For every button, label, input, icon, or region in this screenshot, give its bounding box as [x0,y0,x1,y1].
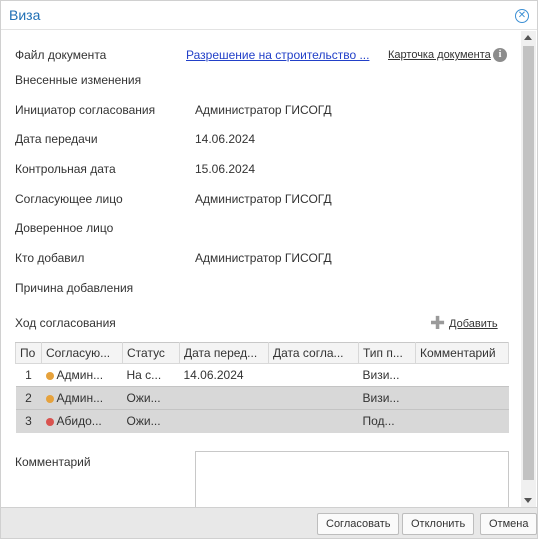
approval-grid: По Согласую... Статус Дата перед... Дата… [15,342,509,433]
col-header-type[interactable]: Тип п... [358,342,416,364]
col-header-transfer-date[interactable]: Дата перед... [179,342,269,364]
row-number: 3 [15,409,42,433]
user-icon [45,395,54,403]
initiator-label: Инициатор согласования [15,103,156,117]
row-number: 1 [25,368,32,382]
scroll-up-arrow-icon[interactable] [524,35,532,40]
row-approver-name: Абидо... [56,414,102,429]
cancel-button[interactable]: Отмена [480,513,538,535]
row-comment [416,364,509,387]
col-header-approve-date[interactable]: Дата согла... [268,342,359,364]
vertical-scrollbar[interactable] [521,31,536,507]
row-approver: Абидо... [41,409,123,433]
col-header-comment[interactable]: Комментарий [415,342,509,364]
row-approve-date [268,409,359,433]
dialog-content: Файл документа Разрешение на строительст… [1,31,521,507]
scroll-thumb[interactable] [523,46,534,480]
reject-button[interactable]: Отклонить [402,513,475,535]
close-icon[interactable]: ✕ [515,9,529,23]
row-approver: Админ... [41,386,123,410]
col-header-order[interactable]: По [15,342,42,364]
row-type: Визи... [362,368,400,382]
row-comment [415,386,509,410]
row-approver-name: Админ... [56,391,104,405]
row-approve-date [269,364,359,387]
scroll-down-arrow-icon[interactable] [524,498,532,503]
add-link-label: Добавить [449,318,498,330]
info-icon[interactable]: i [493,48,507,62]
dialog-titlebar: Виза ✕ [1,1,537,30]
control-date-label: Контрольная дата [15,162,116,176]
row-approve-date [268,386,359,410]
control-date-value: 15.06.2024 [195,162,256,176]
row-type: Визи... [358,386,416,410]
dialog-footer: Согласовать Отклонить Отмена [1,507,538,538]
row-transfer-date [179,386,269,410]
initiator-value: Администратор ГИСОГД [195,103,332,117]
table-row[interactable]: 2 Админ... Ожи... Визи... [15,386,509,410]
comment-label: Комментарий [15,455,91,469]
add-reason-label: Причина добавления [15,281,134,295]
changes-label: Внесенные изменения [15,73,142,87]
row-transfer-date: 14.06.2024 [183,368,244,382]
added-by-value: Администратор ГИСОГД [195,251,332,265]
row-status: На с... [126,368,162,382]
table-row[interactable]: 3 Абидо... Ожи... Под... [15,409,509,433]
col-header-status[interactable]: Статус [122,342,180,364]
user-icon [45,372,54,380]
row-status: Ожи... [122,409,180,433]
document-card-link[interactable]: Карточка документа [388,49,491,61]
row-transfer-date [179,409,269,433]
row-status: Ожи... [122,386,180,410]
row-approver: Админ... [42,364,123,387]
visa-dialog: Виза ✕ Файл документа Разрешение на стро… [0,0,538,539]
row-comment [415,409,509,433]
comment-textarea[interactable] [195,451,509,507]
row-type: Под... [358,409,416,433]
grid-header-row: По Согласую... Статус Дата перед... Дата… [15,342,509,364]
col-header-approver[interactable]: Согласую... [41,342,123,364]
approve-button[interactable]: Согласовать [317,513,400,535]
doc-file-link[interactable]: Разрешение на строительство ... [186,48,371,62]
transfer-date-label: Дата передачи [15,132,98,146]
progress-title: Ход согласования [15,316,116,330]
row-number: 2 [15,386,42,410]
dialog-title: Виза [9,7,41,23]
approver-value: Администратор ГИСОГД [195,192,332,206]
table-row[interactable]: 1 Админ... На с... 14.06.2024 Визи... [16,364,509,387]
added-by-label: Кто добавил [15,251,85,265]
approver-label: Согласующее лицо [15,192,123,206]
trusted-person-label: Доверенное лицо [15,221,114,235]
doc-file-label: Файл документа [15,48,107,62]
plus-icon: ✚ [430,313,446,333]
transfer-date-value: 14.06.2024 [195,132,256,146]
user-icon [45,418,54,427]
row-approver-name: Админ... [56,368,104,382]
